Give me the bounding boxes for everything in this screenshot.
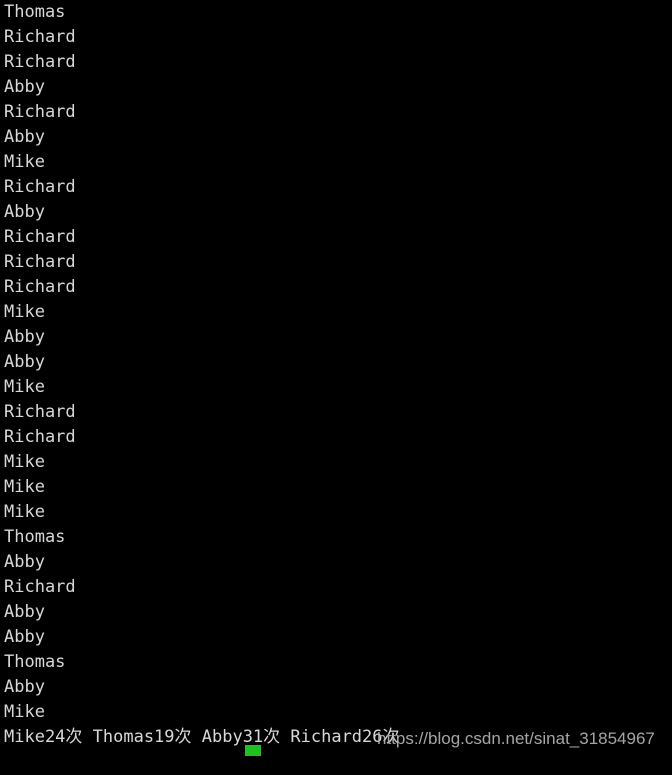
output-line: Richard xyxy=(4,427,76,447)
terminal-console[interactable]: Thomas Richard Richard Abby Richard Abby… xyxy=(0,0,672,757)
output-line: Abby xyxy=(4,327,45,347)
output-line: Richard xyxy=(4,277,76,297)
terminal-cursor xyxy=(245,745,261,756)
terminal-prompt-line[interactable] xyxy=(0,750,672,775)
output-line: Abby xyxy=(4,627,45,647)
output-line: Richard xyxy=(4,227,76,247)
output-line: Richard xyxy=(4,177,76,197)
output-line: Richard xyxy=(4,27,76,47)
output-line: Richard xyxy=(4,402,76,422)
output-line: Abby xyxy=(4,202,45,222)
output-line: Thomas xyxy=(4,527,66,547)
output-line: Mike xyxy=(4,452,45,472)
output-line: Mike xyxy=(4,702,45,722)
output-line: Richard xyxy=(4,102,76,122)
output-line: Richard xyxy=(4,252,76,272)
summary-line: Mike24次 Thomas19次 Abby31次 Richard26次 xyxy=(4,727,400,747)
output-line: Richard xyxy=(4,577,76,597)
output-line: Abby xyxy=(4,677,45,697)
output-line: Mike xyxy=(4,152,45,172)
output-line: Abby xyxy=(4,602,45,622)
output-line: Thomas xyxy=(4,652,66,672)
output-line: Mike xyxy=(4,377,45,397)
output-line: Thomas xyxy=(4,2,66,22)
output-line: Mike xyxy=(4,302,45,322)
output-line: Mike xyxy=(4,502,45,522)
output-line: Mike xyxy=(4,477,45,497)
output-line: Richard xyxy=(4,52,76,72)
output-line: Abby xyxy=(4,127,45,147)
output-line: Abby xyxy=(4,552,45,572)
output-line: Abby xyxy=(4,77,45,97)
terminal-output: Thomas Richard Richard Abby Richard Abby… xyxy=(0,0,672,725)
output-line: Abby xyxy=(4,352,45,372)
